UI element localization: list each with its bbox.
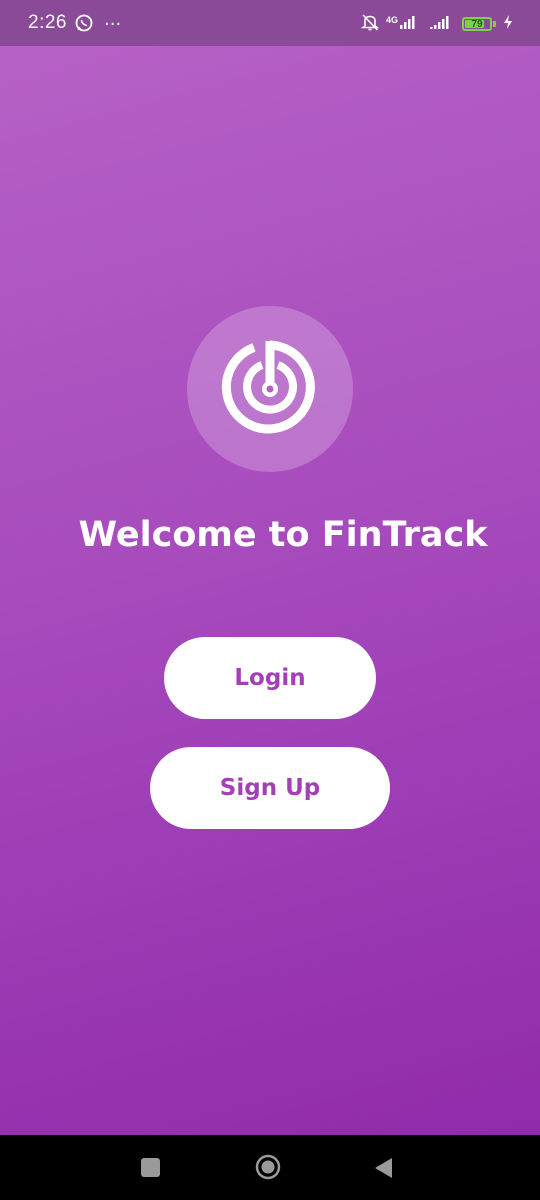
battery-label: 79: [471, 18, 483, 30]
fintrack-logo-icon: [220, 337, 320, 441]
network-type-label: 4G: [385, 15, 398, 25]
signup-button[interactable]: Sign Up: [150, 747, 390, 829]
battery-icon: 79: [462, 17, 492, 31]
login-button[interactable]: Login: [164, 637, 376, 719]
whatsapp-icon: [74, 13, 94, 37]
status-right-icons: 4G 79: [360, 12, 514, 36]
battery-tip: [493, 21, 496, 27]
system-nav-bar: [0, 1135, 540, 1200]
welcome-screen: 2:26 ··· 4G 79 Welcome to FinTrack Login…: [0, 0, 540, 1200]
recents-square-icon[interactable]: [141, 1158, 160, 1177]
logo-badge: [187, 306, 353, 472]
welcome-title: Welcome to FinTrack: [78, 515, 488, 555]
signal-icon: [400, 14, 418, 34]
more-icon: ···: [104, 14, 122, 35]
charging-icon: [502, 14, 514, 34]
status-bar: 2:26 ··· 4G 79: [0, 0, 540, 46]
status-left-icons: ···: [74, 13, 121, 37]
status-time: 2:26: [28, 12, 67, 33]
signal-icon: [430, 14, 452, 34]
home-circle-icon[interactable]: [255, 1154, 281, 1180]
back-triangle-icon[interactable]: [374, 1157, 394, 1179]
bell-muted-icon: [360, 12, 380, 36]
